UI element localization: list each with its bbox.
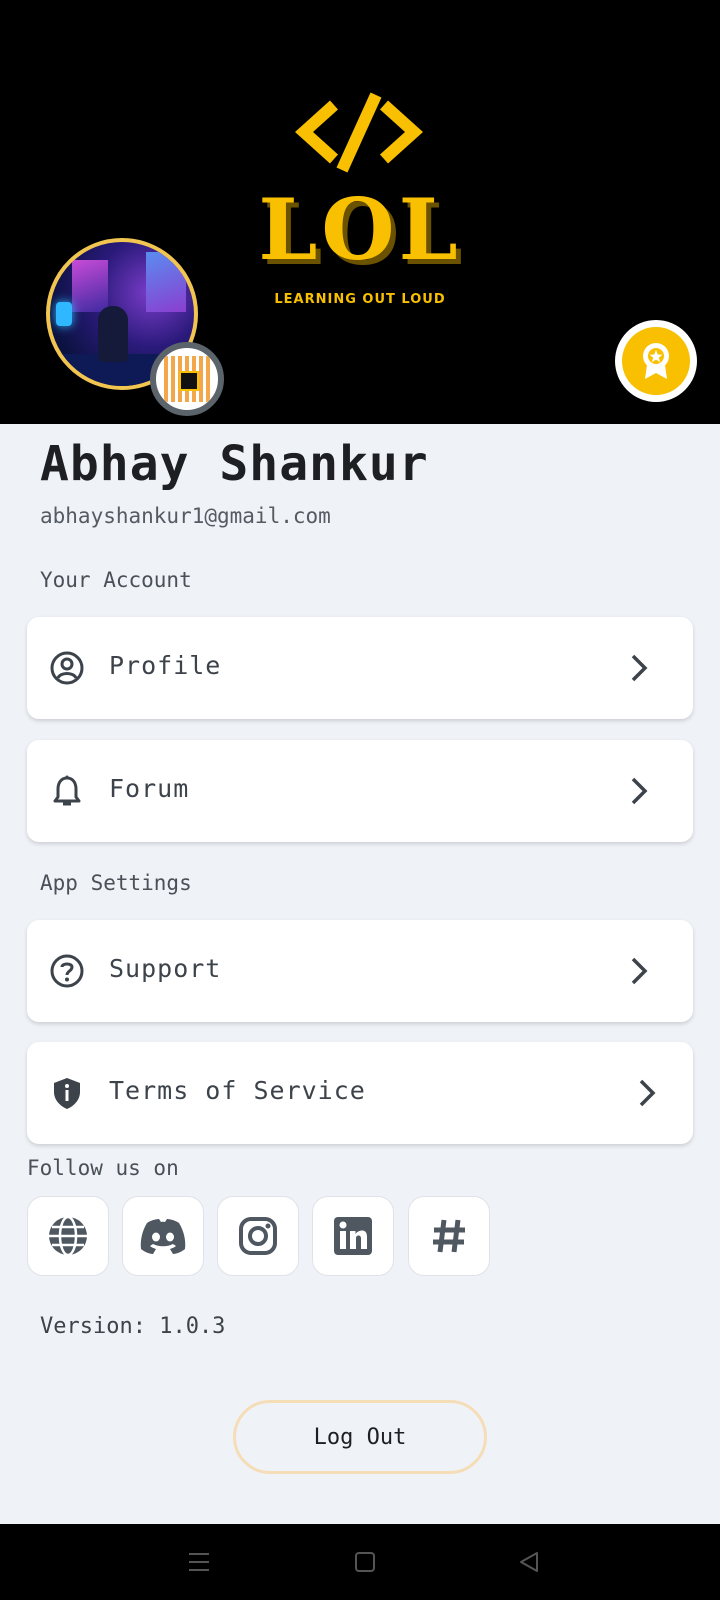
system-navigation-bar [0, 1524, 720, 1600]
recent-apps-button[interactable] [177, 1540, 221, 1584]
logout-button[interactable]: Log Out [233, 1400, 487, 1474]
instagram-icon [239, 1217, 277, 1255]
logo-text: LOL [258, 180, 462, 279]
section-label-account: Your Account [40, 568, 192, 592]
award-ribbon-icon [643, 343, 669, 379]
question-circle-icon [50, 954, 84, 988]
menu-item-label: Forum [109, 774, 190, 803]
qr-code-icon [164, 356, 210, 402]
menu-item-forum[interactable]: Forum [27, 740, 693, 842]
menu-item-profile[interactable]: Profile [27, 617, 693, 719]
chevron-right-icon [639, 1079, 656, 1107]
follow-us-label: Follow us on [27, 1156, 179, 1180]
bell-icon [53, 775, 81, 806]
home-button[interactable] [343, 1540, 387, 1584]
home-square-icon [355, 1552, 375, 1572]
social-hashtag-button[interactable] [408, 1196, 490, 1276]
logo-tagline: LEARNING OUT LOUD [274, 292, 446, 307]
linkedin-icon [334, 1217, 372, 1255]
achievements-button[interactable] [615, 320, 697, 402]
code-brackets-icon [295, 92, 423, 173]
menu-item-terms-of-service[interactable]: Terms of Service [27, 1042, 693, 1144]
hashtag-icon [433, 1219, 465, 1253]
profile-header-banner: LOL LEARNING OUT LOUD [0, 0, 720, 424]
chevron-right-icon [631, 777, 648, 805]
menu-item-label: Terms of Service [109, 1076, 366, 1105]
user-circle-icon [50, 651, 84, 685]
back-triangle-icon [520, 1552, 538, 1572]
chevron-right-icon [631, 957, 648, 985]
menu-item-support[interactable]: Support [27, 920, 693, 1022]
social-discord-button[interactable] [122, 1196, 204, 1276]
qr-code-badge[interactable] [150, 342, 224, 416]
section-label-settings: App Settings [40, 871, 192, 895]
social-instagram-button[interactable] [217, 1196, 299, 1276]
menu-item-label: Profile [109, 651, 222, 680]
menu-item-label: Support [109, 954, 222, 983]
back-button[interactable] [507, 1540, 551, 1584]
app-logo: LOL LEARNING OUT LOUD [250, 90, 470, 320]
social-linkedin-button[interactable] [312, 1196, 394, 1276]
user-name: Abhay Shankur [40, 436, 429, 492]
shield-info-icon [54, 1078, 80, 1109]
social-website-button[interactable] [27, 1196, 109, 1276]
app-version: Version: 1.0.3 [40, 1314, 226, 1339]
discord-icon [140, 1219, 186, 1254]
globe-icon [49, 1215, 87, 1257]
menu-icon [189, 1553, 209, 1571]
chevron-right-icon [631, 654, 648, 682]
user-email: abhayshankur1@gmail.com [40, 504, 331, 528]
